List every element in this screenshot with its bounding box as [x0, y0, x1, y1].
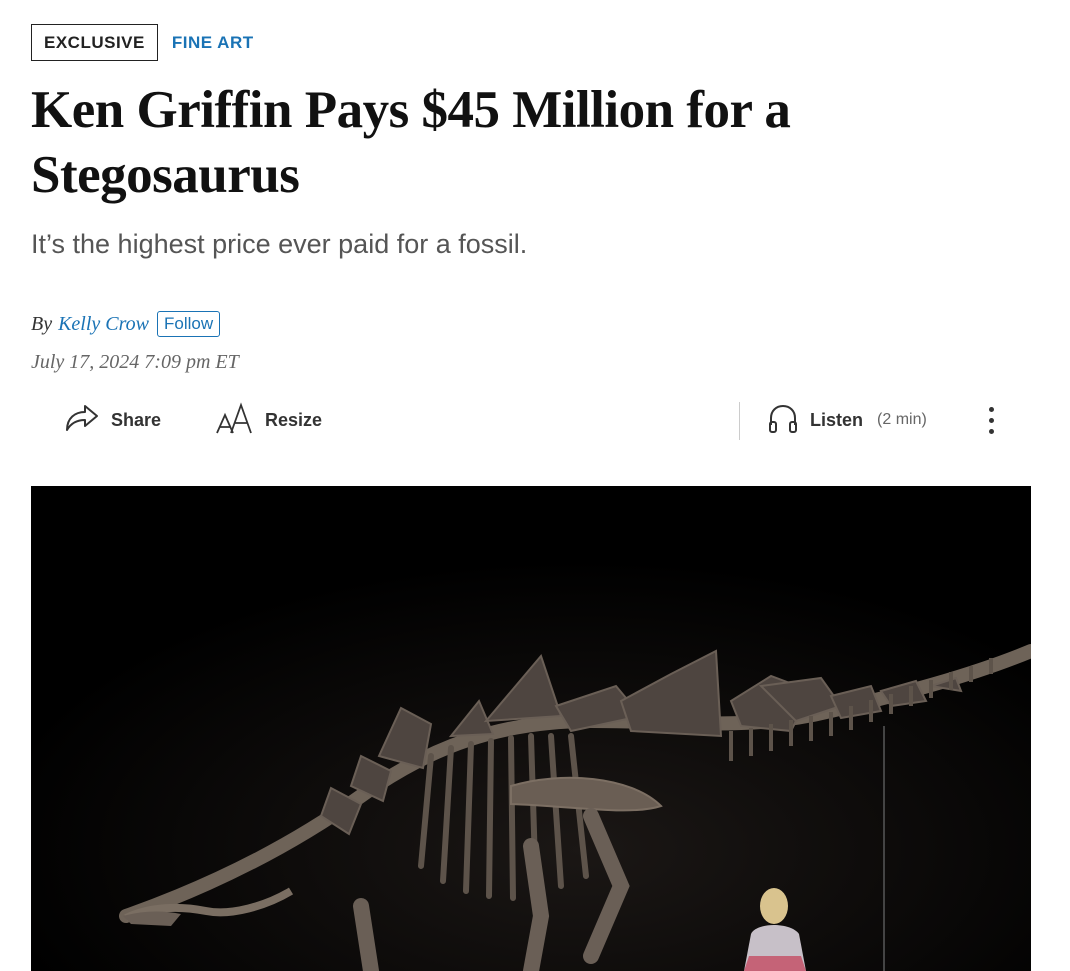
more-options-button[interactable] — [981, 401, 1001, 439]
more-vertical-icon-dot — [988, 428, 994, 434]
share-label: Share — [111, 409, 162, 430]
listen-duration: (2 min) — [877, 411, 927, 428]
resize-label: Resize — [265, 409, 323, 430]
resize-button[interactable]: Resize — [215, 397, 322, 443]
more-vertical-icon-dot — [988, 417, 994, 423]
listen-button[interactable]: Listen (2 min) — [766, 397, 927, 443]
toolbar-divider — [739, 402, 740, 440]
author-link[interactable]: Kelly Crow — [58, 313, 149, 336]
article-timestamp: July 17, 2024 7:09 pm ET — [31, 351, 239, 373]
text-resize-icon — [215, 401, 255, 440]
article-headline: Ken Griffin Pays $45 Million for a Stego… — [31, 81, 791, 204]
stegosaurus-skeleton-illustration — [31, 486, 1031, 971]
listen-label: Listen — [810, 409, 864, 430]
share-button[interactable]: Share — [63, 397, 161, 443]
share-arrow-icon — [63, 402, 101, 439]
article-toolbar: Share Resize Listen (2 min) — [31, 397, 1031, 443]
article-page: EXCLUSIVE FINE ART Ken Griffin Pays $45 … — [0, 0, 1070, 971]
stegosaurus-skeleton-photo[interactable] — [31, 486, 1031, 971]
exclusive-badge: EXCLUSIVE — [31, 24, 158, 61]
more-vertical-icon — [988, 406, 994, 412]
section-link-fine-art[interactable]: FINE ART — [172, 33, 254, 53]
byline: By Kelly Crow Follow — [31, 311, 221, 337]
headphones-icon — [766, 401, 800, 440]
article-flashline: EXCLUSIVE FINE ART — [31, 24, 254, 61]
follow-author-button[interactable]: Follow — [157, 311, 221, 337]
article-dek: It’s the highest price ever paid for a f… — [31, 229, 528, 259]
byline-prefix: By — [31, 312, 53, 335]
